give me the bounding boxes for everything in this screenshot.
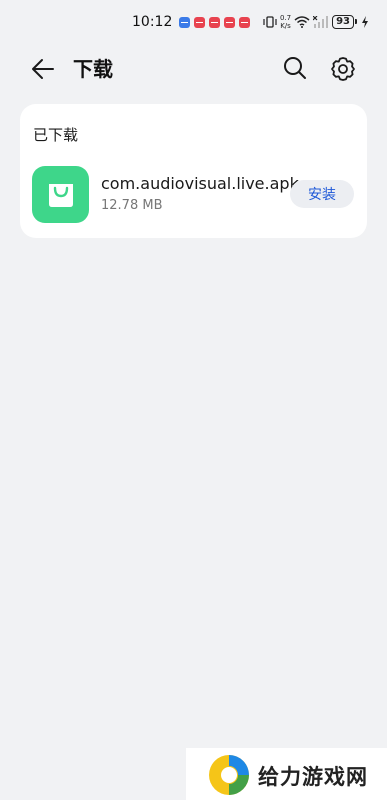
gear-icon [331, 57, 355, 81]
network-speed-unit: K/s [280, 22, 291, 30]
battery-indicator: 93 [332, 15, 357, 29]
arrow-left-icon [32, 59, 54, 79]
network-speed: 0.7 K/s [280, 14, 291, 30]
charging-icon [362, 16, 368, 28]
app-icon[interactable] [32, 166, 89, 223]
file-size: 12.78 MB [101, 198, 163, 213]
back-button[interactable] [30, 56, 56, 82]
signal-icon [313, 16, 329, 28]
site-logo-icon [209, 755, 249, 795]
section-title: 已下载 [33, 126, 79, 144]
downloaded-card: 已下载 com.audiovisual.live.apk 12.78 MB 安装 [20, 104, 367, 238]
notification-icon [194, 16, 206, 28]
file-name: com.audiovisual.live.apk [101, 174, 299, 193]
status-right: 0.7 K/s 93 [263, 14, 369, 30]
notification-icon [239, 16, 251, 28]
search-button[interactable] [282, 55, 308, 81]
status-left: 10:12 [132, 14, 251, 30]
status-time: 10:12 [132, 14, 173, 30]
notification-icon [179, 16, 191, 28]
status-bar: 10:12 0.7 K/s 93 [0, 0, 387, 44]
header: 下载 [0, 46, 387, 92]
install-button[interactable]: 安装 [290, 180, 354, 208]
vibrate-icon [263, 16, 277, 28]
watermark-text: 给力游戏网 [258, 765, 368, 789]
network-speed-value: 0.7 [279, 14, 292, 22]
settings-button[interactable] [329, 55, 357, 83]
page-title: 下载 [73, 57, 113, 81]
notification-icon [224, 16, 236, 28]
watermark: 给力游戏网 [186, 748, 387, 800]
shopping-bag-icon [48, 183, 73, 207]
search-icon [284, 57, 306, 79]
wifi-icon [294, 16, 310, 28]
notification-icon [209, 16, 221, 28]
